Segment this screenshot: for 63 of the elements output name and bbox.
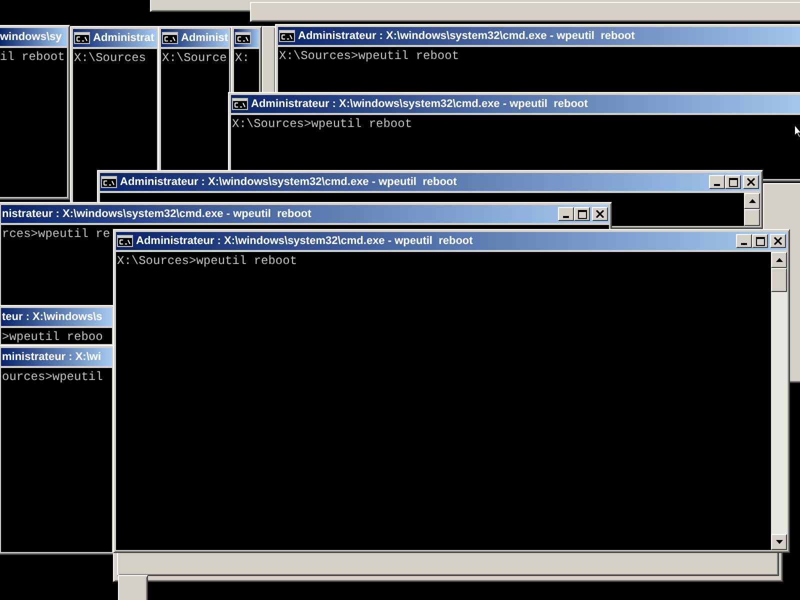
minimize-button[interactable] xyxy=(558,207,574,221)
console-text: X:\Sources>wpeutil reboot xyxy=(117,254,298,268)
console-text: rces>wpeutil re xyxy=(2,227,110,241)
maximize-button[interactable] xyxy=(725,175,741,189)
window-title: Administrateur : X:\windows\system32\cmd.exe - wpeutil reboot xyxy=(136,235,473,247)
console-text: X:\Source xyxy=(162,51,227,65)
vertical-scrollbar[interactable] xyxy=(744,193,760,226)
console-icon xyxy=(232,98,248,110)
title-bar[interactable]: teur : X:\windows\s xyxy=(1,308,112,326)
maximize-button[interactable] xyxy=(752,234,768,248)
console-icon xyxy=(162,32,178,44)
console-text: >wpeutil reboo xyxy=(2,330,103,344)
title-bar[interactable]: Administrat xyxy=(73,29,157,47)
vertical-scrollbar[interactable] xyxy=(771,252,787,550)
console-text: X: xyxy=(235,51,250,65)
down-arrow-icon xyxy=(776,540,782,544)
window-title: ministrateur : X:\wi xyxy=(2,351,102,363)
title-bar[interactable] xyxy=(234,29,259,47)
title-bar[interactable]: Administrateur : X:\windows\system32\cmd.exe - wpeutil reboot xyxy=(100,173,760,191)
title-bar[interactable]: Administrateur : X:\windows\system32\cmd.exe - wpeutil reboot xyxy=(278,27,800,45)
minimize-button[interactable] xyxy=(709,175,725,189)
scroll-up-button[interactable] xyxy=(744,193,760,209)
close-button[interactable] xyxy=(743,175,759,189)
console-text: ources>wpeutil xyxy=(2,370,103,384)
up-arrow-icon xyxy=(748,199,756,203)
scroll-thumb[interactable] xyxy=(744,209,760,226)
minimize-button[interactable] xyxy=(736,234,752,248)
window-title: nistrateur : X:\windows\system32\cmd.exe - wpeutil reboot xyxy=(2,208,312,220)
maximize-icon xyxy=(578,210,586,218)
title-bar[interactable]: Administrateur : X:\windows\system32\cmd.exe - wpeutil reboot xyxy=(116,232,787,250)
window-title: windows\sy xyxy=(0,31,62,43)
window-title: Administrateur : X:\windows\system32\cmd.exe - wpeutil reboot xyxy=(120,176,457,188)
window-title: Administrateur : X:\windows\system32\cmd.exe - wpeutil reboot xyxy=(298,30,635,42)
title-bar[interactable]: ministrateur : X:\wi xyxy=(1,348,112,366)
maximize-icon xyxy=(728,178,738,186)
window-title: Administ xyxy=(181,32,228,44)
close-button[interactable] xyxy=(592,207,608,221)
close-icon xyxy=(747,178,755,186)
maximize-button[interactable] xyxy=(574,207,590,221)
window-title: Administrat xyxy=(93,32,154,44)
close-icon xyxy=(596,210,604,218)
scroll-down-button[interactable] xyxy=(771,534,787,550)
console-icon xyxy=(235,32,251,44)
maximize-icon xyxy=(756,236,764,246)
console-icon xyxy=(117,235,133,247)
title-bar[interactable]: windows\sy xyxy=(0,28,67,46)
window-title: teur : X:\windows\s xyxy=(2,311,102,323)
up-arrow-icon xyxy=(776,258,782,262)
console-text: X:\Sources>wpeutil reboot xyxy=(232,117,412,131)
console-icon xyxy=(279,30,295,42)
title-bar[interactable]: Administ xyxy=(161,29,229,47)
console-text: X:\Sources xyxy=(74,51,146,65)
close-button[interactable] xyxy=(770,234,786,248)
console-text: il reboot xyxy=(0,50,65,64)
close-icon xyxy=(774,237,782,245)
scroll-thumb[interactable] xyxy=(771,268,787,292)
console-icon xyxy=(101,176,117,188)
console-text: X:\Sources>wpeutil reboot xyxy=(279,49,460,63)
title-bar[interactable]: Administrateur : X:\windows\system32\cmd.exe - wpeutil reboot xyxy=(231,95,800,113)
console-icon xyxy=(74,32,90,44)
scroll-up-button[interactable] xyxy=(771,252,787,268)
window-title: Administrateur : X:\windows\system32\cmd.exe - wpeutil reboot xyxy=(251,98,588,110)
title-bar[interactable]: nistrateur : X:\windows\system32\cmd.exe - wpeutil reboot xyxy=(1,205,609,223)
